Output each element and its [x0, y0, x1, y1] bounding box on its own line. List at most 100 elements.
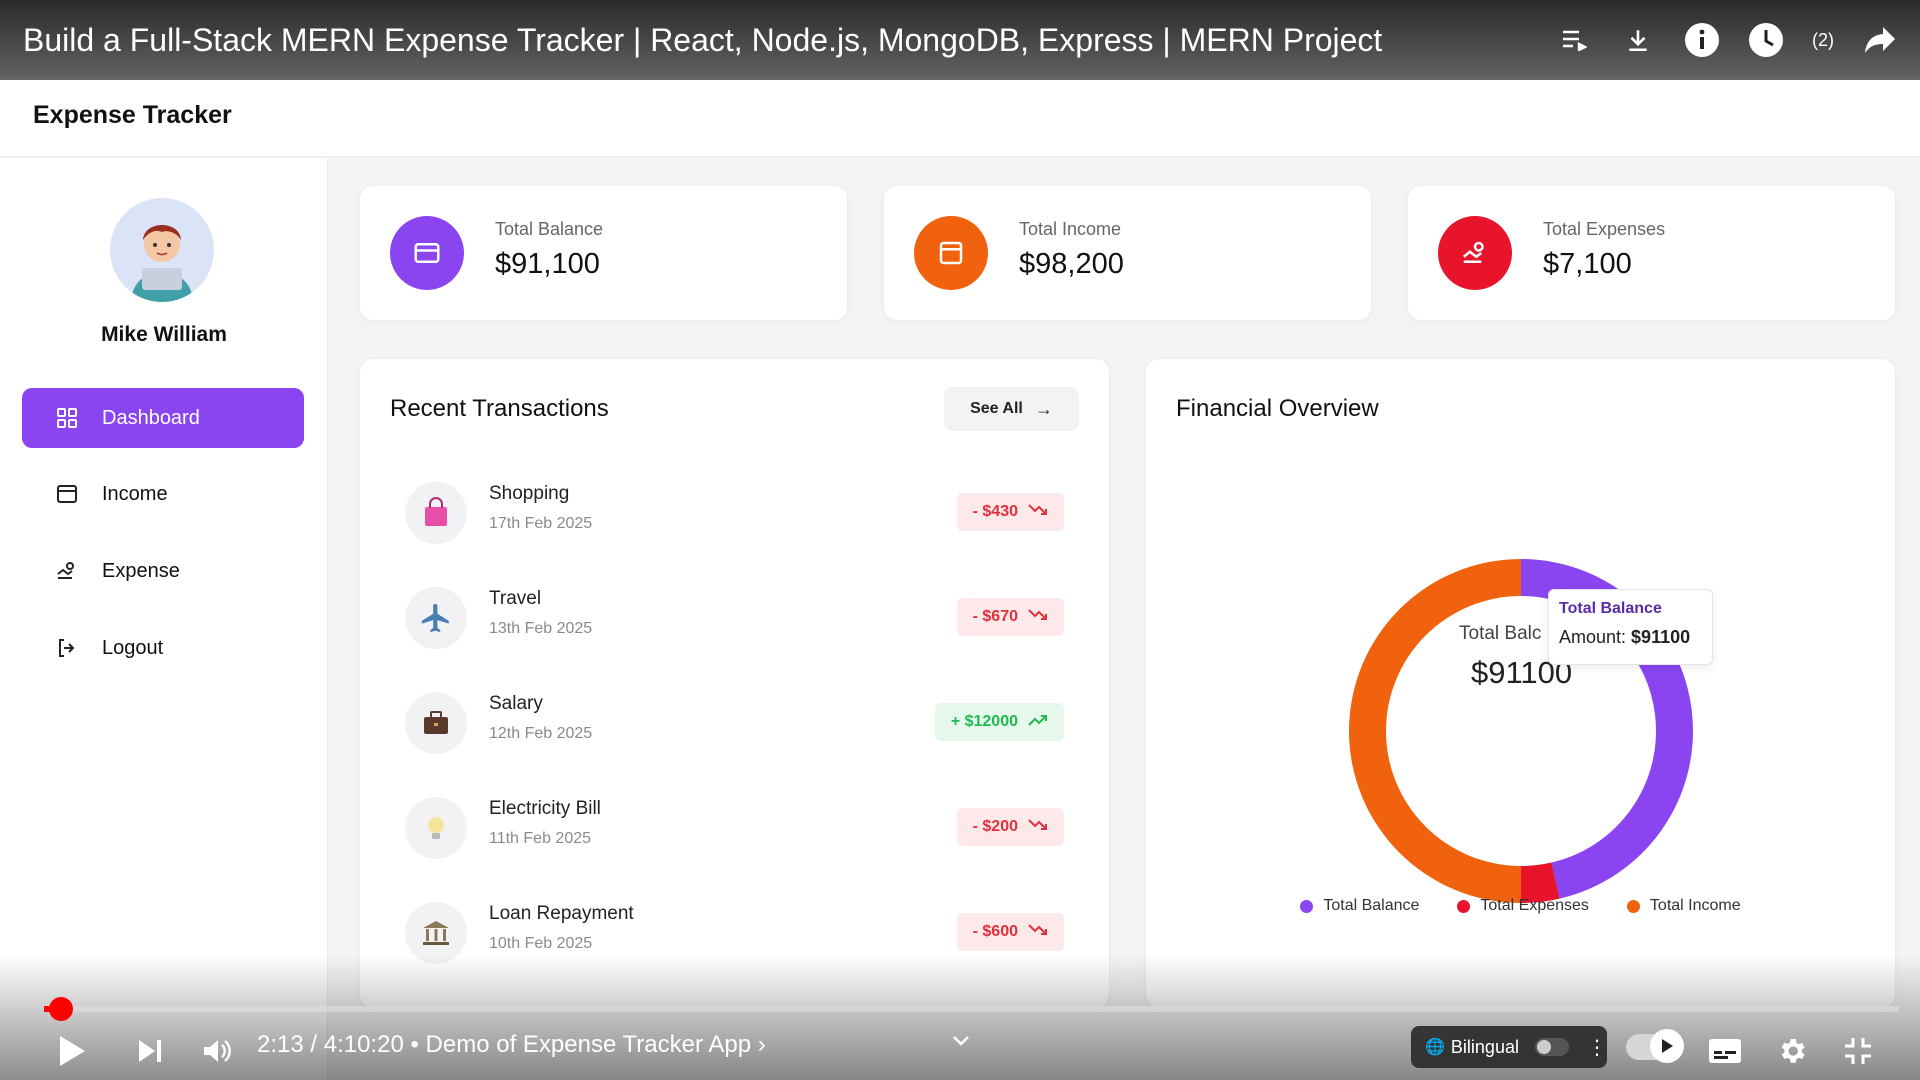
transaction-amount: - $670	[972, 608, 1018, 625]
legend-item: Total Balance	[1300, 897, 1419, 915]
user-name: Mike William	[101, 323, 227, 346]
chevron-down-icon[interactable]	[948, 1015, 974, 1067]
logout-icon	[54, 635, 80, 661]
transaction-name: Salary	[489, 693, 543, 714]
legend-dot	[1457, 899, 1471, 913]
sidebar-item-label: Income	[102, 482, 168, 505]
subtitles-icon[interactable]	[1705, 1025, 1745, 1077]
progress-scrubber[interactable]	[49, 997, 73, 1021]
bilingual-toggle-pill[interactable]: 🌐 Bilingual ⋮	[1411, 1026, 1607, 1068]
video-frame: Expense Tracker Mike William Dashboard I…	[0, 0, 1920, 1080]
tooltip-value: $91100	[1631, 627, 1691, 647]
watch-later-icon[interactable]	[1748, 22, 1784, 58]
stat-card-total-expenses: Total Expenses $7,100	[1407, 185, 1896, 321]
transaction-amount-badge: - $200	[956, 808, 1064, 846]
sidebar-item-expense[interactable]: Expense	[22, 541, 304, 601]
info-icon[interactable]	[1684, 22, 1720, 58]
top-icons: (2)	[1556, 22, 1898, 58]
download-icon[interactable]	[1620, 22, 1656, 58]
transaction-amount: + $12000	[950, 713, 1018, 730]
transaction-row[interactable]: Salary 12th Feb 2025 + $12000	[405, 687, 1064, 757]
legend-item: Total Expenses	[1457, 897, 1589, 915]
share-icon[interactable]	[1862, 22, 1898, 58]
play-icon[interactable]	[52, 1025, 92, 1077]
stat-value: $91,100	[495, 248, 600, 280]
see-all-label: See All	[970, 400, 1023, 417]
transaction-amount-badge: - $670	[956, 598, 1064, 636]
legend-label: Total Balance	[1323, 897, 1420, 914]
legend-label: Total Income	[1649, 897, 1741, 914]
volume-icon[interactable]	[198, 1025, 238, 1077]
sidebar-item-logout[interactable]: Logout	[22, 618, 304, 678]
legend-item: Total Income	[1626, 897, 1741, 915]
transaction-date: 17th Feb 2025	[489, 515, 593, 532]
globe-icon: 🌐	[1425, 1039, 1445, 1056]
chart-tooltip: Total Balance Amount: $91100	[1548, 589, 1713, 665]
sidebar-item-income[interactable]: Income	[22, 464, 304, 524]
hand-coin-icon	[54, 558, 80, 584]
chapter-title: • Demo of Expense Tracker App ›	[403, 1031, 766, 1058]
trend-down-icon	[1028, 818, 1048, 837]
chart-legend: Total Balance Total Expenses Total Incom…	[1146, 897, 1895, 915]
tooltip-line: Amount: $91100	[1559, 627, 1702, 648]
autoplay-toggle[interactable]	[1626, 1029, 1684, 1063]
app-title: Expense Tracker	[33, 101, 232, 129]
trend-down-icon	[1028, 608, 1048, 627]
queue-icon[interactable]	[1556, 22, 1592, 58]
time-and-chapter[interactable]: 2:13 / 4:10:20 • Demo of Expense Tracker…	[257, 1031, 766, 1059]
next-icon[interactable]	[130, 1025, 170, 1077]
transaction-name: Electricity Bill	[489, 798, 601, 819]
arrow-right-icon: →	[1034, 398, 1053, 419]
gear-icon[interactable]	[1772, 1025, 1812, 1077]
transaction-amount: - $430	[972, 503, 1018, 520]
legend-dot	[1300, 899, 1314, 913]
stat-value: $7,100	[1543, 248, 1632, 280]
sidebar: Mike William Dashboard Income Expense Lo…	[0, 158, 328, 1080]
bilingual-toggle[interactable]	[1534, 1038, 1569, 1056]
avatar	[110, 198, 214, 302]
transaction-date: 11th Feb 2025	[489, 830, 592, 847]
app-header: Expense Tracker	[0, 75, 1920, 157]
transaction-date: 10th Feb 2025	[489, 935, 593, 952]
transaction-row[interactable]: Shopping 17th Feb 2025 - $430	[405, 477, 1064, 547]
stat-value: $98,200	[1019, 248, 1124, 280]
recent-transactions-panel: Recent Transactions See All → Shopping 1…	[359, 358, 1110, 1008]
transaction-name: Travel	[489, 588, 542, 609]
exit-fullscreen-icon[interactable]	[1838, 1025, 1878, 1077]
donut-slice-total-income[interactable]	[1349, 559, 1521, 903]
transaction-name: Loan Repayment	[489, 903, 634, 924]
stat-label: Total Income	[1019, 219, 1122, 239]
donut-center-label: Total Balc	[1459, 623, 1542, 644]
progress-bar[interactable]	[44, 997, 1899, 1021]
card-icon	[390, 216, 464, 290]
transaction-row[interactable]: Travel 13th Feb 2025 - $670	[405, 582, 1064, 652]
trend-down-icon	[1028, 503, 1048, 522]
wallet-icon	[54, 481, 80, 507]
stat-card-total-balance: Total Balance $91,100	[359, 185, 848, 321]
see-all-button[interactable]: See All →	[944, 387, 1079, 431]
wallet-icon	[914, 216, 988, 290]
more-vert-icon[interactable]: ⋮	[1587, 1035, 1607, 1060]
lightbulb-icon	[405, 797, 467, 859]
transaction-amount-badge: + $12000	[934, 703, 1064, 741]
grid-icon	[54, 405, 80, 431]
sidebar-item-label: Expense	[102, 559, 180, 582]
sidebar-item-label: Dashboard	[102, 406, 200, 429]
tooltip-title: Total Balance	[1559, 600, 1662, 617]
video-title[interactable]: Build a Full-Stack MERN Expense Tracker …	[23, 22, 1382, 59]
hand-coin-icon	[1438, 216, 1512, 290]
legend-dot	[1626, 899, 1640, 913]
shopping-bag-icon	[405, 482, 467, 544]
stat-label: Total Expenses	[1543, 219, 1666, 239]
trend-down-icon	[1028, 923, 1048, 942]
sidebar-item-dashboard[interactable]: Dashboard	[22, 388, 304, 448]
panel-title: Recent Transactions	[390, 395, 609, 422]
transaction-row[interactable]: Electricity Bill 11th Feb 2025 - $200	[405, 792, 1064, 862]
transaction-amount-badge: - $600	[956, 913, 1064, 951]
transaction-date: 12th Feb 2025	[489, 725, 593, 742]
stat-card-total-income: Total Income $98,200	[883, 185, 1372, 321]
sidebar-item-label: Logout	[102, 636, 164, 659]
stat-label: Total Balance	[495, 219, 604, 239]
transaction-name: Shopping	[489, 483, 570, 504]
playlist-count: (2)	[1812, 29, 1834, 50]
